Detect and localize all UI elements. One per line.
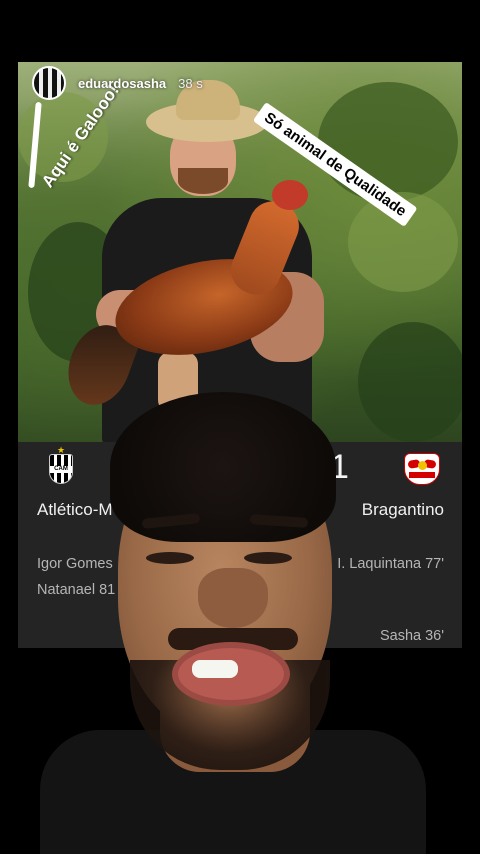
reaction-video-overlay	[40, 392, 426, 854]
reactor-eye	[244, 552, 292, 564]
avatar[interactable]	[32, 66, 66, 100]
rooster-head	[272, 180, 308, 210]
story-photo[interactable]: eduardosasha 38 s Aqui é Galooo! Só anim…	[18, 62, 462, 442]
story-header: eduardosasha 38 s	[32, 66, 203, 100]
reactor-nose	[198, 568, 268, 628]
reactor-eye	[146, 552, 194, 564]
foliage	[318, 82, 458, 202]
man-beard	[178, 168, 228, 194]
story-username[interactable]: eduardosasha	[78, 76, 166, 91]
story-time: 38 s	[178, 75, 203, 91]
reactor-teeth	[192, 660, 238, 678]
